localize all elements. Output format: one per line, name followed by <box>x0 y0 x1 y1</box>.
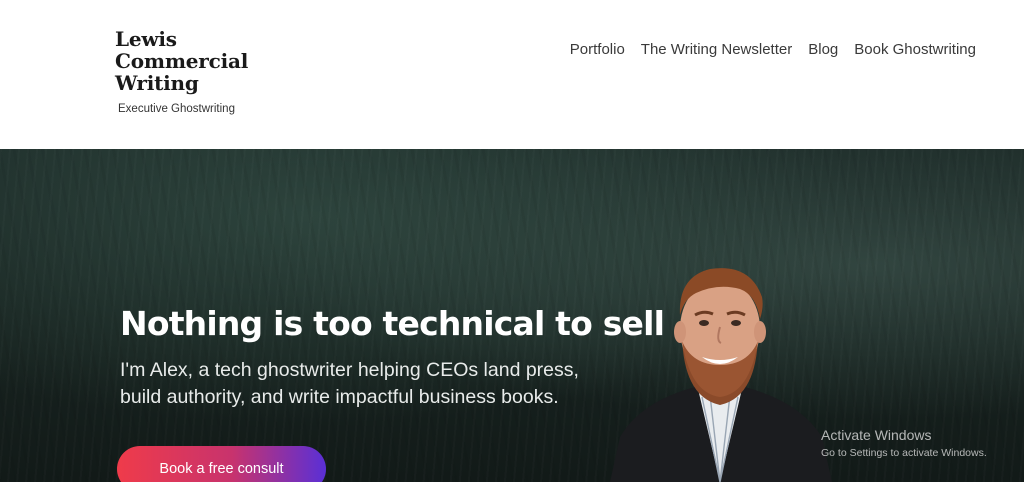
site-header: Lewis Commercial Writing Executive Ghost… <box>0 0 1024 149</box>
hero-heading: Nothing is too technical to sell <box>120 304 665 343</box>
nav-link-writing-newsletter[interactable]: The Writing Newsletter <box>641 41 792 58</box>
site-logo[interactable]: Lewis Commercial Writing Executive Ghost… <box>115 28 248 115</box>
brand-name-line: Commercial <box>115 49 249 73</box>
hero-subtext: I'm Alex, a tech ghostwriter helping CEO… <box>120 359 579 408</box>
nav-link-portfolio[interactable]: Portfolio <box>570 41 625 58</box>
watermark-subtitle: Go to Settings to activate Windows. <box>821 447 987 459</box>
brand-name-line: Lewis <box>115 27 177 51</box>
windows-activation-watermark: Activate Windows Go to Settings to activ… <box>821 427 987 459</box>
hero-content: Nothing is too technical to sell I'm Ale… <box>120 303 665 411</box>
book-consult-button[interactable]: Book a free consult <box>117 446 326 482</box>
brand-tagline: Executive Ghostwriting <box>118 103 235 115</box>
nav-link-book-ghostwriting[interactable]: Book Ghostwriting <box>854 41 976 58</box>
brand-name-line: Writing <box>115 71 199 95</box>
main-navigation: Portfolio The Writing Newsletter Blog Bo… <box>570 41 976 58</box>
watermark-title: Activate Windows <box>821 427 932 443</box>
nav-link-blog[interactable]: Blog <box>808 41 838 58</box>
brand-name: Lewis Commercial Writing <box>115 28 248 94</box>
